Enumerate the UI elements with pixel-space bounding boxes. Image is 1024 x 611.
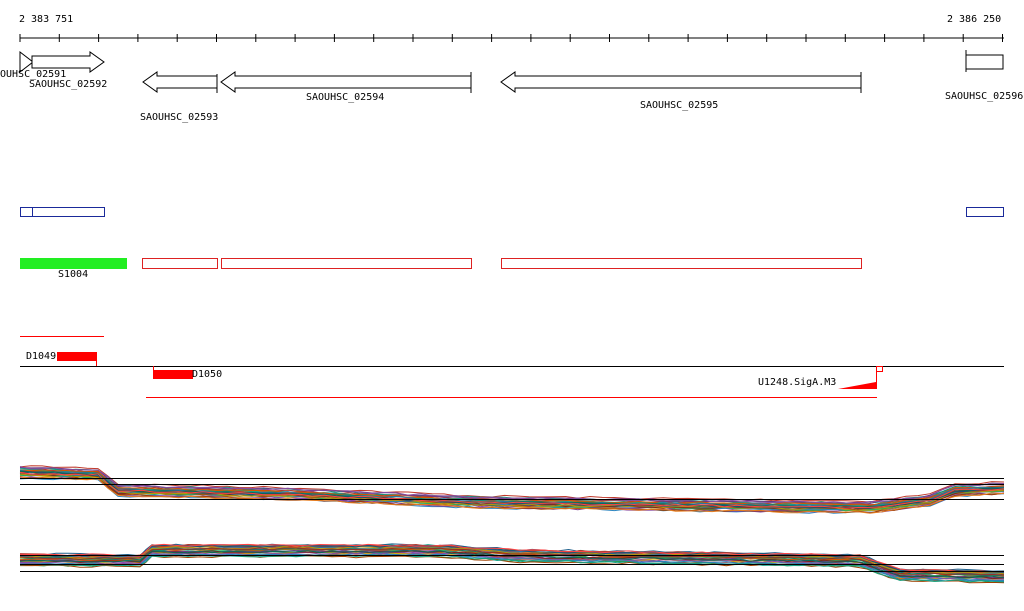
blue-segment-left[interactable] [20, 207, 105, 217]
d1050-block[interactable] [153, 370, 193, 379]
gene-track [19, 50, 1004, 93]
gene-arrow-02594[interactable] [220, 71, 472, 93]
gene-arrow-02593[interactable] [142, 71, 218, 93]
gene-label-02593[interactable]: SAOUHSC_02593 [140, 112, 218, 124]
expression-track-2 [19, 543, 1005, 584]
coordinate-ruler [19, 34, 1004, 42]
ruler-start-label: 2 383 751 [19, 14, 74, 25]
gene-arrow-02595[interactable] [500, 71, 862, 93]
gene-box-02596[interactable] [965, 54, 1004, 70]
expression-track-1 [19, 465, 1005, 514]
track-canvas [19, 34, 1005, 584]
u1248-label: U1248.SigA.M3 [758, 377, 837, 388]
feature-track [20, 336, 1004, 398]
gene-label-02596[interactable]: SAOUHSC_02596 [945, 91, 1023, 103]
transcript-box-1[interactable] [142, 258, 218, 269]
u1248-promoter-wedge[interactable] [838, 382, 876, 389]
d1049-block[interactable] [57, 352, 96, 361]
d1049-label: D1049 [26, 351, 57, 362]
s1004-label: S1004 [58, 269, 89, 280]
s1004-block[interactable] [20, 258, 127, 269]
gene-label-02594[interactable]: SAOUHSC_02594 [306, 92, 384, 104]
blue-segment-track [20, 207, 1004, 217]
transcript-track [20, 258, 862, 269]
transcript-box-2[interactable] [221, 258, 472, 269]
gene-label-02592[interactable]: SAOUHSC_02592 [29, 79, 107, 91]
blue-segment-right[interactable] [966, 207, 1004, 217]
d1050-label: D1050 [192, 369, 223, 380]
ruler-end-label: 2 386 250 [947, 14, 1002, 25]
gene-label-02595[interactable]: SAOUHSC_02595 [640, 100, 718, 112]
genome-browser-view: 2 383 751 2 386 250 OUHSC_02591 SAOUHSC_… [0, 0, 1024, 611]
transcript-box-3[interactable] [501, 258, 862, 269]
